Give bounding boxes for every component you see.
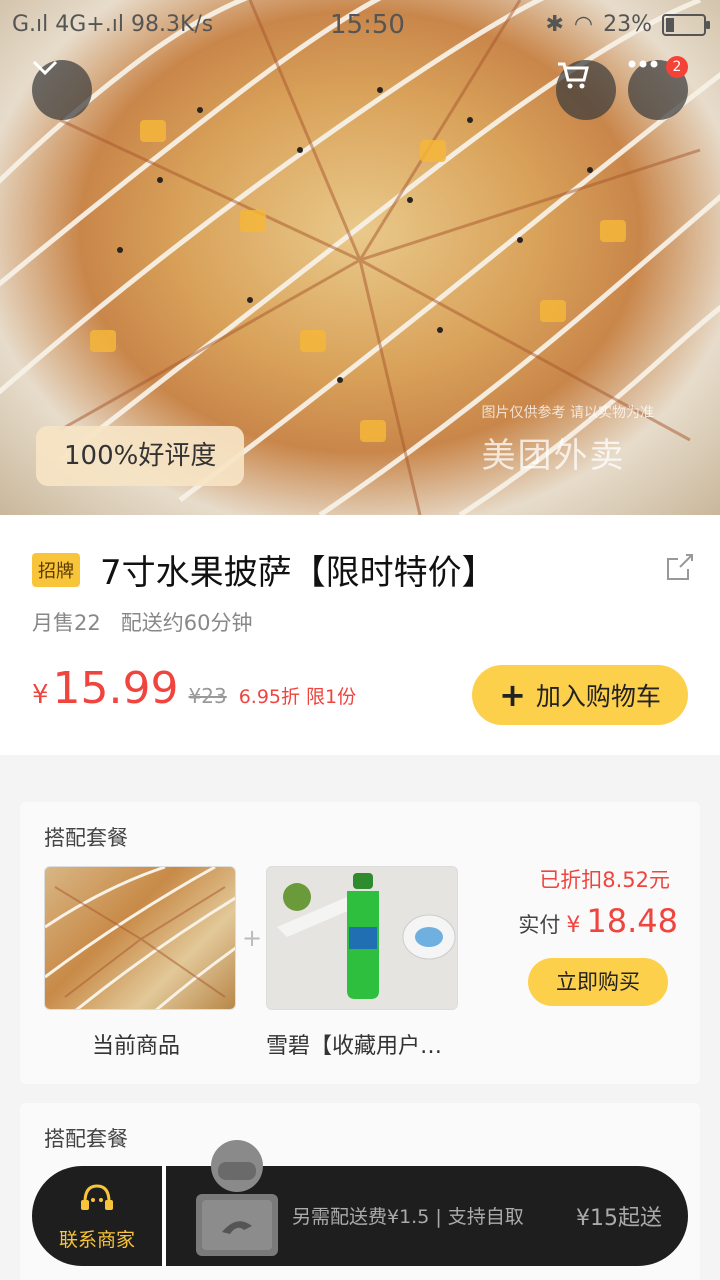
combo-title-2: 搭配套餐 bbox=[44, 1127, 128, 1151]
contact-merchant-button[interactable]: 联系商家 bbox=[32, 1166, 166, 1266]
combo-title: 搭配套餐 bbox=[44, 826, 128, 850]
cart-button[interactable] bbox=[556, 60, 616, 120]
more-button[interactable]: 2 bbox=[628, 56, 688, 120]
watermark: 图片仅供参考 请以实物为准 美团外卖 bbox=[482, 402, 654, 477]
cart-icon bbox=[558, 62, 589, 89]
combo-package-card: 搭配套餐 + 当前商品 雪碧【收藏用户… 已折扣8.52元 实付 ¥ 18.48 bbox=[20, 802, 700, 1084]
status-bar: G.ıl 4G+.ıl 98.3K/s 15:50 ✱ ◠ 23% bbox=[0, 0, 720, 52]
status-right: ✱ ◠ 23% bbox=[545, 12, 710, 37]
chat-icon bbox=[81, 1184, 113, 1210]
sales-meta: 月售22 配送约60分钟 bbox=[32, 607, 253, 637]
actual-price-value: 18.48 bbox=[586, 902, 678, 940]
wifi-icon: ◠ bbox=[573, 12, 594, 37]
signature-tag: 招牌 bbox=[32, 553, 80, 587]
current-item-image[interactable] bbox=[44, 866, 236, 1010]
contact-merchant-label: 联系商家 bbox=[58, 1229, 135, 1251]
bluetooth-icon: ✱ bbox=[545, 12, 564, 37]
actual-price-currency: ¥ bbox=[566, 913, 581, 938]
plus-icon: + bbox=[499, 676, 526, 714]
battery-fill bbox=[666, 17, 674, 32]
current-price: 15.99 bbox=[52, 663, 179, 714]
original-price: ¥23 bbox=[188, 684, 227, 708]
sprite-item-image[interactable] bbox=[266, 866, 458, 1010]
network-speed: 98.3K/s bbox=[130, 12, 214, 37]
watermark-note: 图片仅供参考 请以实物为准 bbox=[481, 405, 654, 421]
pizza-thumbnail bbox=[45, 867, 235, 1009]
share-icon[interactable] bbox=[664, 551, 696, 583]
currency-symbol: ¥ bbox=[32, 680, 49, 710]
add-to-cart-button[interactable]: + 加入购物车 bbox=[472, 665, 688, 725]
battery-icon bbox=[662, 13, 710, 36]
signal-text: G.ıl 4G+.ıl bbox=[12, 12, 124, 37]
price-row: ¥ 15.99 ¥23 6.95折 限1份 bbox=[32, 663, 356, 723]
notification-badge: 2 bbox=[666, 56, 688, 78]
monthly-sales: 月售22 bbox=[32, 611, 101, 635]
battery-percent: 23% bbox=[603, 12, 652, 37]
minimum-order-text: ¥15起送 bbox=[576, 1206, 662, 1231]
product-info-card: 招牌 7寸水果披萨【限时特价】 月售22 配送约60分钟 ¥ 15.99 ¥23… bbox=[0, 515, 720, 755]
actual-price: 实付 ¥ 18.48 bbox=[518, 902, 678, 940]
bottom-cart-bar: 联系商家 另需配送费¥1.5 | 支持自取 ¥15起送 bbox=[32, 1140, 688, 1266]
chevron-down-icon bbox=[32, 60, 58, 76]
delivery-fee-text: 另需配送费¥1.5 | 支持自取 bbox=[292, 1206, 524, 1228]
clock: 15:50 bbox=[330, 10, 405, 40]
sprite-item-caption: 雪碧【收藏用户… bbox=[266, 1034, 443, 1059]
buy-now-button[interactable]: 立即购买 bbox=[528, 958, 668, 1006]
actual-price-label: 实付 bbox=[518, 913, 561, 937]
watermark-brand: 美团外卖 bbox=[481, 436, 626, 476]
delivery-time: 配送约60分钟 bbox=[120, 611, 253, 635]
saved-amount: 已折扣8.52元 bbox=[539, 868, 670, 892]
combo-plus-sign: + bbox=[242, 924, 263, 952]
collapse-button[interactable] bbox=[32, 60, 92, 120]
sprite-bottle-thumbnail bbox=[267, 867, 457, 1009]
add-to-cart-label: 加入购物车 bbox=[535, 682, 661, 711]
rating-badge: 100%好评度 bbox=[36, 426, 245, 486]
product-title: 7寸水果披萨【限时特价】 bbox=[100, 553, 496, 593]
current-item-caption: 当前商品 bbox=[92, 1034, 181, 1059]
discount-label: 6.95折 限1份 bbox=[238, 686, 357, 708]
signal-indicator: G.ıl 4G+.ıl 98.3K/s bbox=[12, 12, 213, 37]
delivery-rider-cart-icon[interactable] bbox=[182, 1132, 292, 1266]
more-dots-icon bbox=[628, 60, 658, 68]
product-hero-image: G.ıl 4G+.ıl 98.3K/s 15:50 ✱ ◠ 23% 2 100%… bbox=[0, 0, 720, 515]
